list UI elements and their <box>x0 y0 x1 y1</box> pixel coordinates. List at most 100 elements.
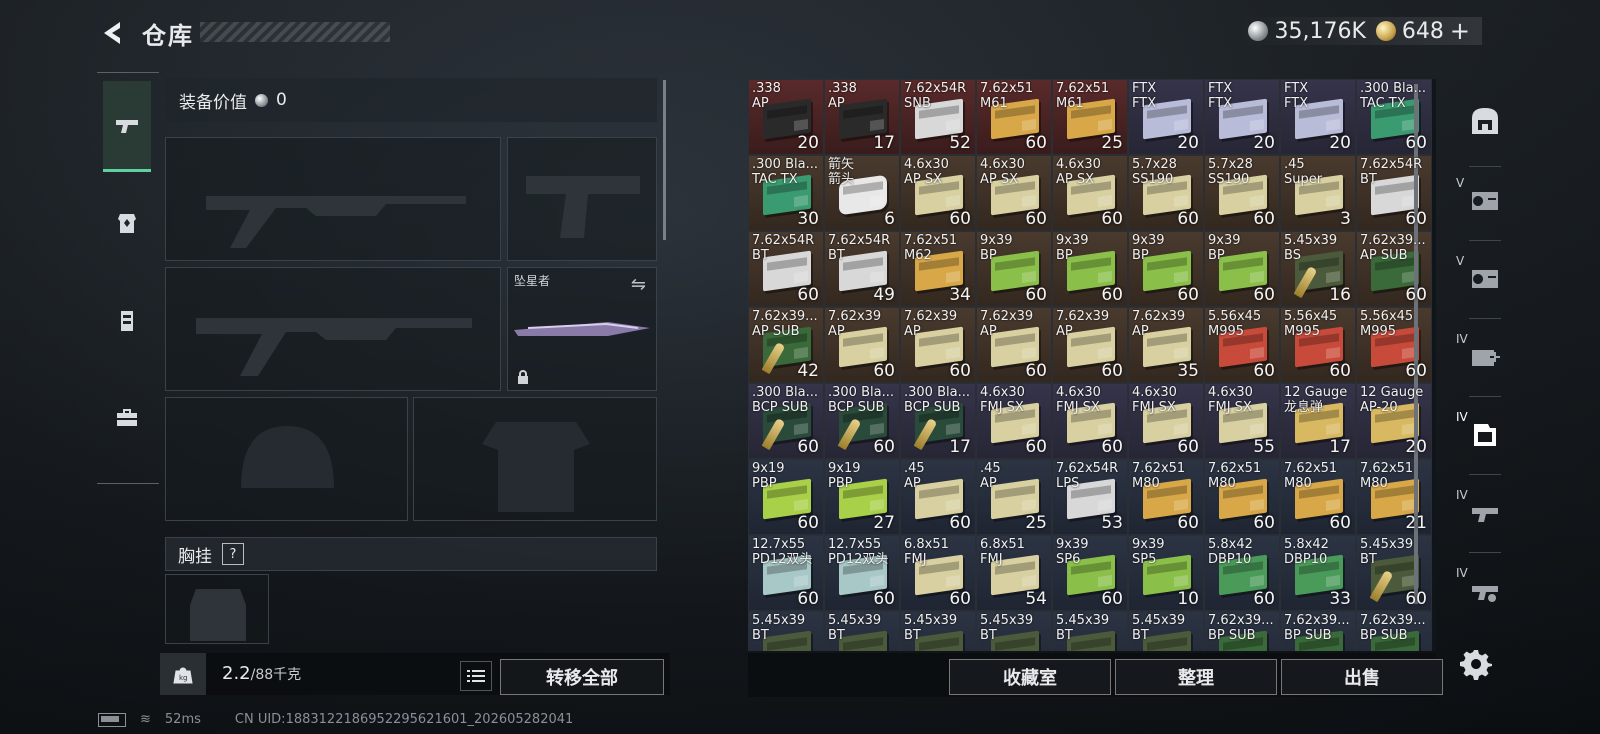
inventory-item[interactable]: 5.45x39 BT <box>900 611 976 651</box>
inventory-item[interactable]: .300 Bla... BCP SUB 60 <box>824 383 900 459</box>
inventory-item[interactable]: 5.45x39 BT <box>1052 611 1128 651</box>
inventory-item[interactable]: 7.62x39... BP SUB <box>1356 611 1432 651</box>
tab-storage-6[interactable]: IV <box>1455 558 1515 620</box>
inventory-item[interactable]: 7.62x54R BT 60 <box>1356 155 1432 231</box>
inventory-item[interactable]: 7.62x51 M61 60 <box>976 79 1052 155</box>
tab-chest-rig[interactable] <box>103 277 151 365</box>
inventory-item[interactable]: 12.7x55 PD12双头 60 <box>748 535 824 611</box>
inventory-item[interactable]: 箭矢 箭头 6 <box>824 155 900 231</box>
tab-backpack[interactable] <box>103 373 151 461</box>
inventory-item[interactable]: 4.6x30 FMJ SX 60 <box>1052 383 1128 459</box>
inventory-item[interactable]: 9x39 BP 60 <box>976 231 1052 307</box>
tab-all-storage[interactable] <box>1455 90 1515 152</box>
inventory-item[interactable]: 5.56x45 M995 60 <box>1280 307 1356 383</box>
inventory-item[interactable]: 7.62x54R LPS 53 <box>1052 459 1128 535</box>
tab-helmet-armor[interactable] <box>103 179 151 267</box>
inventory-item[interactable]: 5.8x42 DBP10 60 <box>1204 535 1280 611</box>
inventory-item[interactable]: .300 Bla... TAC TX 60 <box>1356 79 1432 155</box>
inventory-item[interactable]: .338 AP 20 <box>748 79 824 155</box>
tab-storage-5[interactable]: IV <box>1455 480 1515 542</box>
primary-weapon-slot[interactable] <box>165 137 501 261</box>
inventory-item[interactable]: 4.6x30 AP SX 60 <box>900 155 976 231</box>
inventory-item[interactable]: 4.6x30 AP SX 60 <box>976 155 1052 231</box>
inventory-item[interactable]: 7.62x54R BT 60 <box>748 231 824 307</box>
inventory-item[interactable]: 7.62x39 AP 60 <box>976 307 1052 383</box>
list-view-button[interactable] <box>460 661 492 691</box>
inventory-item[interactable]: 7.62x39... AP SUB 42 <box>748 307 824 383</box>
tab-storage-2[interactable]: V <box>1455 246 1515 308</box>
inventory-item[interactable]: 7.62x51 M80 60 <box>1204 459 1280 535</box>
tab-weapons[interactable] <box>103 81 151 172</box>
gold-currency[interactable]: 648 + <box>1375 17 1470 45</box>
inventory-item[interactable]: .45 AP 60 <box>900 459 976 535</box>
inventory-item[interactable]: 9x39 BP 60 <box>1052 231 1128 307</box>
inventory-item[interactable]: FTX FTX 20 <box>1280 79 1356 155</box>
tab-storage-1[interactable]: V <box>1455 168 1515 230</box>
inventory-item[interactable]: 7.62x51 M80 60 <box>1128 459 1204 535</box>
inventory-item[interactable]: .300 Bla... TAC TX 30 <box>748 155 824 231</box>
inventory-item[interactable]: 9x39 BP 60 <box>1128 231 1204 307</box>
inventory-item[interactable]: 9x39 SP5 10 <box>1128 535 1204 611</box>
inventory-item[interactable]: 4.6x30 FMJ SX 60 <box>976 383 1052 459</box>
inventory-item[interactable]: .300 Bla... BCP SUB 60 <box>748 383 824 459</box>
inventory-item[interactable]: 9x39 BP 60 <box>1204 231 1280 307</box>
inventory-item[interactable]: 9x39 SP6 60 <box>1052 535 1128 611</box>
inventory-item[interactable]: 7.62x39... BP SUB <box>1204 611 1280 651</box>
help-icon[interactable]: ? <box>222 543 244 565</box>
inventory-item[interactable]: 7.62x51 M80 60 <box>1280 459 1356 535</box>
inventory-item[interactable]: 12.7x55 PD12双头 60 <box>824 535 900 611</box>
inventory-item[interactable]: 5.45x39 BS 16 <box>1280 231 1356 307</box>
inventory-item[interactable]: 5.7x28 SS190 60 <box>1204 155 1280 231</box>
inventory-item[interactable]: .338 AP 17 <box>824 79 900 155</box>
sort-button[interactable]: 整理 <box>1115 659 1277 695</box>
tab-storage-4[interactable]: IV <box>1455 402 1515 464</box>
inventory-item[interactable]: 7.62x51 M61 25 <box>1052 79 1128 155</box>
inventory-item[interactable]: 4.6x30 FMJ SX 60 <box>1128 383 1204 459</box>
inventory-item[interactable]: 7.62x39... AP SUB 60 <box>1356 231 1432 307</box>
body-armor-slot[interactable] <box>413 397 657 521</box>
inventory-item[interactable]: 6.8x51 FMJ 54 <box>976 535 1052 611</box>
inventory-item[interactable]: 12 Gauge AP-20 20 <box>1356 383 1432 459</box>
inventory-item[interactable]: 12 Gauge 龙息弹 17 <box>1280 383 1356 459</box>
inventory-item[interactable]: 5.56x45 M995 60 <box>1356 307 1432 383</box>
inventory-item[interactable]: 6.8x51 FMJ 60 <box>900 535 976 611</box>
collection-button[interactable]: 收藏室 <box>949 659 1111 695</box>
inventory-item[interactable]: 5.45x39 BT <box>1128 611 1204 651</box>
pistol-slot[interactable] <box>507 137 657 261</box>
transfer-all-button[interactable]: 转移全部 <box>500 659 664 695</box>
inventory-item[interactable]: 4.6x30 AP SX 60 <box>1052 155 1128 231</box>
secondary-weapon-slot[interactable] <box>165 267 501 391</box>
inventory-item[interactable]: 9x19 PBP 60 <box>748 459 824 535</box>
inventory-item[interactable]: 7.62x39 AP 60 <box>900 307 976 383</box>
inventory-item[interactable]: 4.6x30 FMJ SX 55 <box>1204 383 1280 459</box>
inventory-item[interactable]: .300 Bla... BCP SUB 17 <box>900 383 976 459</box>
inventory-item[interactable]: FTX FTX 20 <box>1204 79 1280 155</box>
loadout-scrollbar[interactable] <box>663 80 666 240</box>
inventory-item[interactable]: 7.62x39 AP 60 <box>1052 307 1128 383</box>
inventory-item[interactable]: 5.8x42 DBP10 33 <box>1280 535 1356 611</box>
inventory-item[interactable]: 5.7x28 SS190 60 <box>1128 155 1204 231</box>
inventory-item[interactable]: 7.62x54R SNB 52 <box>900 79 976 155</box>
tab-storage-3[interactable]: IV <box>1455 324 1515 386</box>
inventory-item[interactable]: 5.45x39 BT <box>748 611 824 651</box>
add-gold-button[interactable]: + <box>1450 17 1470 45</box>
inventory-item[interactable]: 5.45x39 BT <box>976 611 1052 651</box>
helmet-slot[interactable] <box>165 397 408 521</box>
sell-button[interactable]: 出售 <box>1281 659 1443 695</box>
inventory-item[interactable]: 7.62x39... BP SUB <box>1280 611 1356 651</box>
inventory-item[interactable]: FTX FTX 20 <box>1128 79 1204 155</box>
back-arrow-icon[interactable] <box>98 19 126 47</box>
melee-slot[interactable]: 坠星者 ⇋ <box>507 267 657 391</box>
inventory-item[interactable]: 5.45x39 BT 60 <box>1356 535 1432 611</box>
inventory-item[interactable]: .45 Super 3 <box>1280 155 1356 231</box>
inventory-item[interactable]: 5.56x45 M995 60 <box>1204 307 1280 383</box>
inventory-item[interactable]: 5.45x39 BT <box>824 611 900 651</box>
chest-rig-slot[interactable] <box>165 574 269 644</box>
settings-gear-icon[interactable] <box>1460 648 1492 680</box>
inventory-item[interactable]: 7.62x39 AP 60 <box>824 307 900 383</box>
inventory-item[interactable]: .45 AP 25 <box>976 459 1052 535</box>
inventory-item[interactable]: 9x19 PBP 27 <box>824 459 900 535</box>
inventory-item[interactable]: 7.62x51 M62 34 <box>900 231 976 307</box>
inventory-item[interactable]: 7.62x51 M80 21 <box>1356 459 1432 535</box>
inventory-item[interactable]: 7.62x54R BT 49 <box>824 231 900 307</box>
